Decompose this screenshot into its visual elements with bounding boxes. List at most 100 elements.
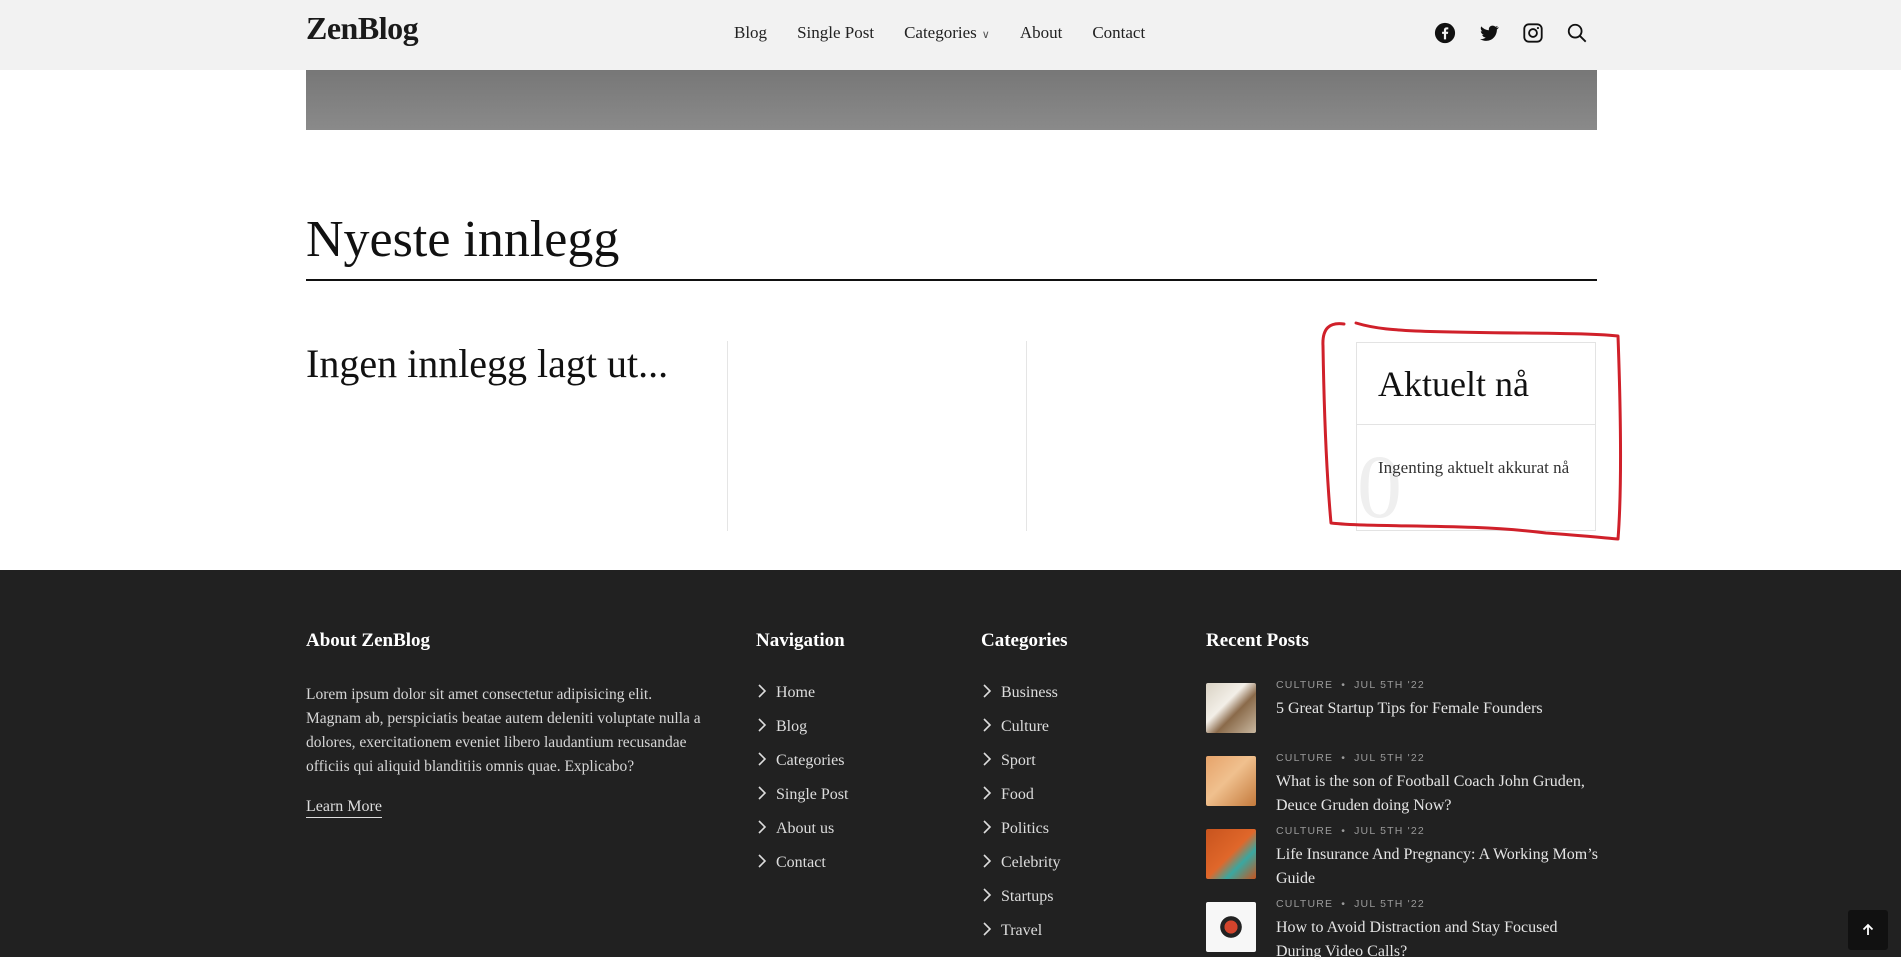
main-nav: Blog Single Post Categories ∨ About Cont… — [734, 23, 1175, 43]
footer-category-item[interactable]: Food — [981, 785, 1061, 819]
post-meta: CULTURE • JUL 5TH '22 — [1276, 825, 1425, 837]
footer-nav-label: Categories — [776, 752, 845, 769]
arrow-up-icon — [1862, 923, 1874, 935]
post-meta: CULTURE • JUL 5TH '22 — [1276, 752, 1425, 764]
column-divider — [1026, 341, 1027, 531]
footer-nav-label: Blog — [776, 718, 808, 735]
post-category[interactable]: CULTURE — [1276, 752, 1333, 764]
footer-category-item[interactable]: Sport — [981, 751, 1061, 785]
footer-category-label: Sport — [1001, 752, 1036, 769]
nav-categories-label: Categories — [904, 23, 977, 42]
recent-post[interactable]: CULTURE • JUL 5TH '22 5 Great Startup Tips… — [1206, 679, 1606, 756]
learn-more-link[interactable]: Learn More — [306, 798, 382, 818]
chevron-right-icon — [981, 683, 995, 705]
trending-empty-text: Ingenting aktuelt akkurat nå — [1378, 458, 1570, 477]
chevron-right-icon — [981, 853, 995, 875]
post-category[interactable]: CULTURE — [1276, 825, 1333, 837]
post-date: JUL 5TH '22 — [1354, 898, 1425, 910]
section-divider — [306, 279, 1597, 281]
footer-category-item[interactable]: Politics — [981, 819, 1061, 853]
chevron-down-icon: ∨ — [981, 28, 990, 41]
chevron-right-icon — [981, 717, 995, 739]
post-meta: CULTURE • JUL 5TH '22 — [1276, 679, 1425, 691]
footer-navigation-list: Home Blog Categories Single Post About u… — [756, 683, 848, 887]
footer-category-label: Travel — [1001, 922, 1043, 939]
footer-category-item[interactable]: Travel — [981, 921, 1061, 955]
footer-nav-label: Contact — [776, 854, 826, 871]
footer-nav-item[interactable]: Blog — [756, 717, 848, 751]
footer-category-item[interactable]: Startups — [981, 887, 1061, 921]
footer-nav-label: Single Post — [776, 786, 849, 803]
chevron-right-icon — [756, 717, 770, 739]
footer-category-item[interactable]: Business — [981, 683, 1061, 717]
footer-nav-item[interactable]: Home — [756, 683, 848, 717]
trending-title: Aktuelt nå — [1378, 364, 1529, 404]
footer-categories-list: Business Culture Sport Food Politics Cel… — [981, 683, 1061, 955]
chevron-right-icon — [756, 819, 770, 841]
post-title[interactable]: 5 Great Startup Tips for Female Founders — [1276, 697, 1606, 721]
post-title[interactable]: Life Insurance And Pregnancy: A Working … — [1276, 843, 1606, 891]
footer-categories-title: Categories — [981, 630, 1068, 651]
nav-categories[interactable]: Categories ∨ — [904, 23, 990, 43]
footer-nav-item[interactable]: Single Post — [756, 785, 848, 819]
chevron-right-icon — [981, 887, 995, 909]
chevron-right-icon — [756, 853, 770, 875]
footer-category-label: Startups — [1001, 888, 1054, 905]
hero-banner — [306, 70, 1597, 130]
nav-blog[interactable]: Blog — [734, 23, 767, 43]
post-thumbnail[interactable] — [1206, 829, 1256, 879]
post-category[interactable]: CULTURE — [1276, 898, 1333, 910]
no-posts-message: Ingen innlegg lagt ut... — [306, 341, 669, 386]
footer-category-label: Celebrity — [1001, 854, 1061, 871]
site-logo[interactable]: ZenBlog — [306, 10, 419, 47]
search-icon[interactable] — [1566, 22, 1588, 44]
nav-about[interactable]: About — [1020, 23, 1063, 43]
footer-category-label: Culture — [1001, 718, 1049, 735]
twitter-icon[interactable] — [1478, 22, 1500, 44]
footer-about-title: About ZenBlog — [306, 630, 431, 651]
footer-category-item[interactable]: Culture — [981, 717, 1061, 751]
footer-nav-item[interactable]: Contact — [756, 853, 848, 887]
post-meta: CULTURE • JUL 5TH '22 — [1276, 898, 1425, 910]
post-thumbnail[interactable] — [1206, 756, 1256, 806]
post-date: JUL 5TH '22 — [1354, 679, 1425, 691]
scroll-to-top-button[interactable] — [1848, 910, 1888, 950]
chevron-right-icon — [981, 785, 995, 807]
facebook-icon[interactable] — [1434, 22, 1456, 44]
chevron-right-icon — [756, 683, 770, 705]
nav-single-post[interactable]: Single Post — [797, 23, 874, 43]
footer-category-item[interactable]: Celebrity — [981, 853, 1061, 887]
recent-post[interactable]: CULTURE • JUL 5TH '22 Life Insurance And P… — [1206, 825, 1606, 902]
footer-nav-item[interactable]: About us — [756, 819, 848, 853]
footer-navigation-title: Navigation — [756, 630, 845, 651]
chevron-right-icon — [981, 751, 995, 773]
chevron-right-icon — [756, 751, 770, 773]
recent-post[interactable]: CULTURE • JUL 5TH '22 What is the son of F… — [1206, 752, 1606, 829]
footer-nav-label: About us — [776, 820, 835, 837]
recent-post[interactable]: CULTURE • JUL 5TH '22 How to Avoid Distrac… — [1206, 898, 1606, 975]
chevron-right-icon — [981, 819, 995, 841]
footer-nav-label: Home — [776, 684, 816, 701]
footer-category-label: Business — [1001, 684, 1058, 701]
post-category[interactable]: CULTURE — [1276, 679, 1333, 691]
post-date: JUL 5TH '22 — [1354, 752, 1425, 764]
footer-recent-title: Recent Posts — [1206, 630, 1309, 651]
section-title: Nyeste innlegg — [306, 211, 620, 268]
column-divider — [727, 341, 728, 531]
recent-posts-list: CULTURE • JUL 5TH '22 5 Great Startup Tips… — [1206, 679, 1606, 975]
trending-widget: Aktuelt nå 0 Ingenting aktuelt akkurat n… — [1356, 342, 1596, 531]
social-icons — [1434, 22, 1610, 44]
post-thumbnail[interactable] — [1206, 902, 1256, 952]
post-thumbnail[interactable] — [1206, 683, 1256, 733]
chevron-right-icon — [981, 921, 995, 943]
nav-contact[interactable]: Contact — [1092, 23, 1145, 43]
footer-nav-item[interactable]: Categories — [756, 751, 848, 785]
post-title[interactable]: What is the son of Football Coach John G… — [1276, 770, 1606, 818]
footer-about-text: Lorem ipsum dolor sit amet consectetur a… — [306, 686, 701, 775]
site-footer: About ZenBlog Lorem ipsum dolor sit amet… — [0, 570, 1901, 960]
chevron-right-icon — [756, 785, 770, 807]
footer-category-label: Politics — [1001, 820, 1050, 837]
instagram-icon[interactable] — [1522, 22, 1544, 44]
site-header: ZenBlog Blog Single Post Categories ∨ Ab… — [0, 0, 1901, 70]
footer-category-label: Food — [1001, 786, 1034, 803]
